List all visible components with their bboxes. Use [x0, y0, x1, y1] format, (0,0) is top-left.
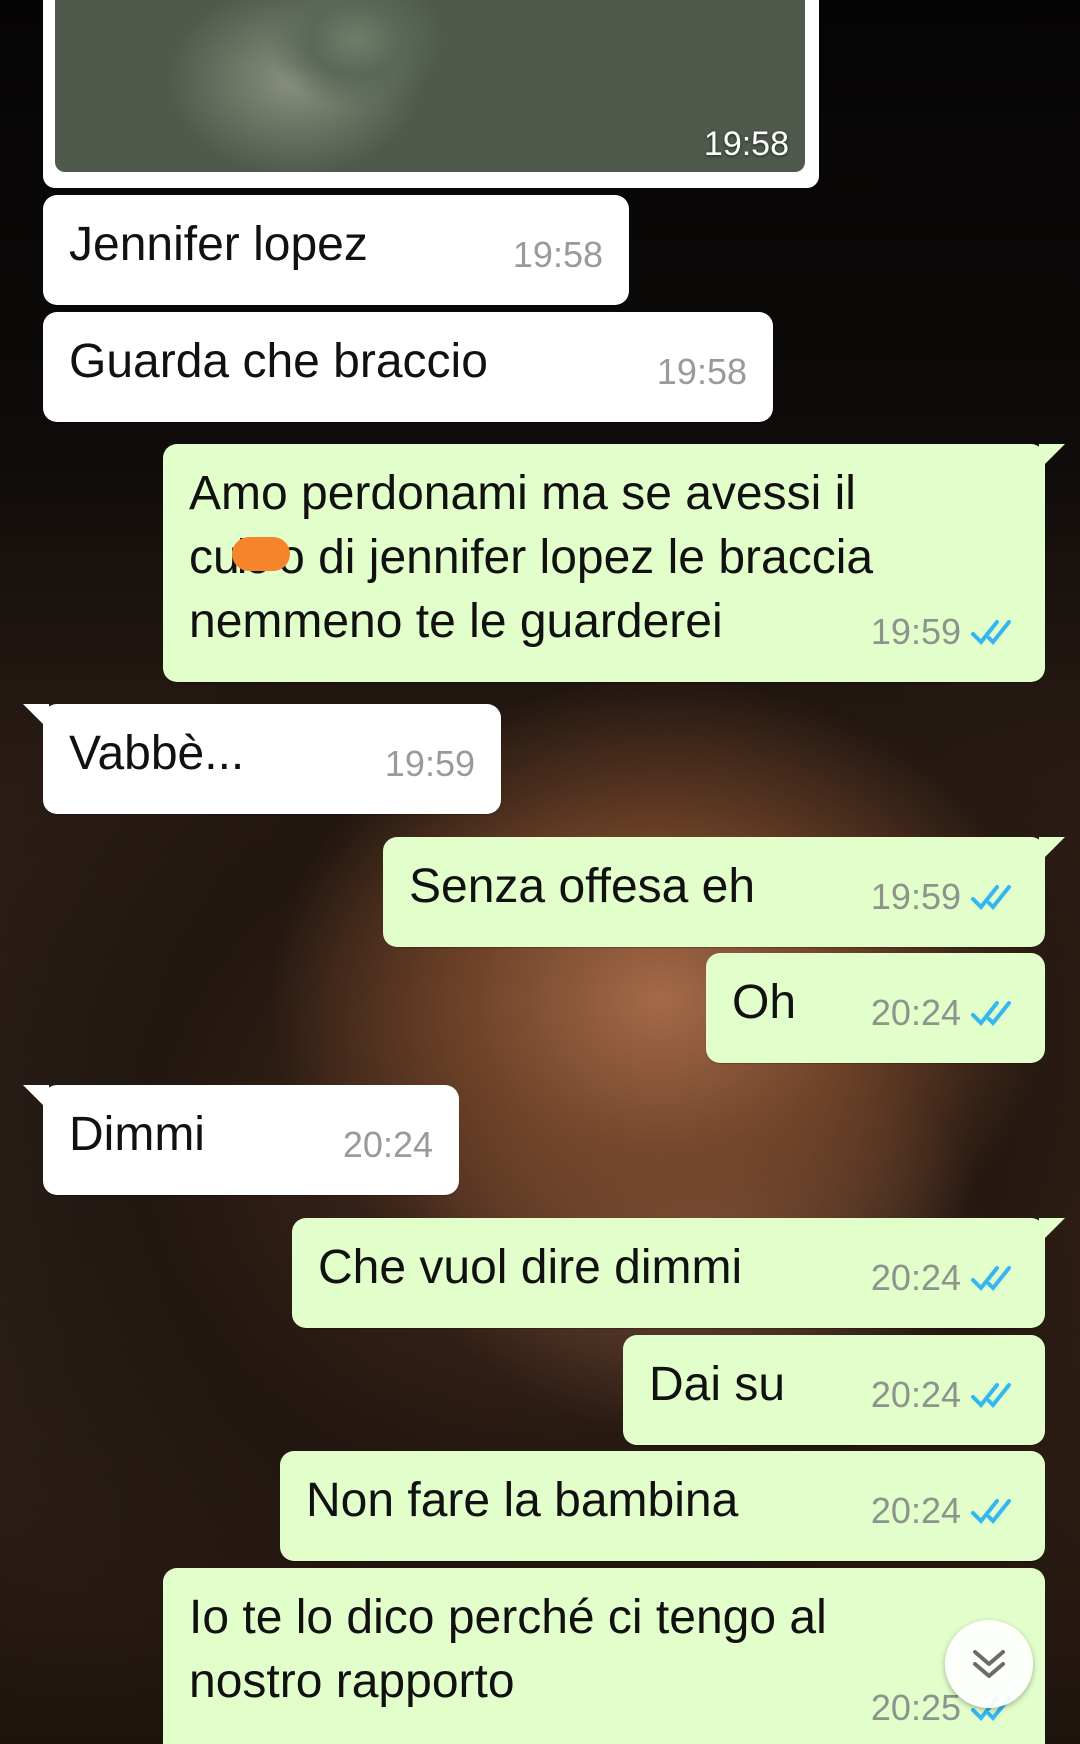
- image-message[interactable]: 19:58: [43, 0, 819, 188]
- message-meta: 20:24: [871, 1479, 1019, 1543]
- double-check-icon: [971, 620, 1011, 645]
- message-time: 20:24: [870, 992, 961, 1033]
- message-text: Che vuol dire dimmi: [318, 1241, 743, 1294]
- outgoing-message[interactable]: Oh 20:24: [706, 953, 1045, 1063]
- outgoing-message[interactable]: Io te lo dico perché ci tengo al nostro …: [163, 1568, 1045, 1744]
- incoming-message[interactable]: Vabbè... 19:59: [23, 704, 501, 814]
- message-meta: 19:58: [513, 223, 603, 287]
- incoming-message[interactable]: Dimmi 20:24: [23, 1085, 459, 1195]
- double-check-icon: [971, 1383, 1011, 1408]
- message-text: Non fare la bambina: [306, 1474, 739, 1527]
- message-text: Io te lo dico perché ci tengo al nostro …: [189, 1591, 841, 1708]
- incoming-message[interactable]: Jennifer lopez 19:58: [43, 195, 629, 305]
- double-check-icon: [971, 885, 1011, 910]
- chevron-double-down-icon: [973, 1650, 1005, 1678]
- message-meta: 19:59: [385, 732, 475, 796]
- message-time: 19:58: [703, 125, 789, 163]
- outgoing-message[interactable]: Che vuol dire dimmi 20:24: [292, 1218, 1065, 1328]
- message-meta: 20:24: [343, 1113, 433, 1177]
- message-time: 19:58: [656, 351, 747, 392]
- double-check-icon: [971, 1266, 1011, 1291]
- outgoing-message[interactable]: Non fare la bambina 20:24: [280, 1451, 1045, 1561]
- message-meta: 20:24: [871, 1363, 1019, 1427]
- message-time: 19:58: [512, 234, 603, 275]
- outgoing-message[interactable]: Senza offesa eh 19:59: [383, 837, 1065, 947]
- message-time: 19:59: [384, 743, 475, 784]
- message-meta: 20:24: [871, 1246, 1019, 1310]
- message-text: Dai su: [649, 1358, 786, 1411]
- message-time: 20:24: [870, 1490, 961, 1531]
- message-time: 20:25: [870, 1687, 961, 1728]
- message-meta: 19:59: [871, 865, 1019, 929]
- message-time: 20:24: [342, 1124, 433, 1165]
- message-meta: 19:59: [871, 600, 1019, 664]
- message-meta: 19:58: [657, 340, 747, 404]
- outgoing-message[interactable]: Amo perdonami ma se avessi il culoo di j…: [163, 444, 1065, 682]
- scroll-to-bottom-button[interactable]: [945, 1620, 1033, 1708]
- message-text-line: Amo perdonami ma se avessi il: [189, 467, 856, 520]
- message-time: 19:59: [870, 876, 961, 917]
- redaction-blob: [232, 537, 291, 572]
- message-text-fragment: c: [189, 531, 213, 584]
- message-text: Oh: [732, 976, 797, 1029]
- incoming-message[interactable]: Guarda che braccio 19:58: [43, 312, 773, 422]
- message-text: Vabbè...: [69, 727, 245, 780]
- message-time: 20:24: [870, 1257, 961, 1298]
- outgoing-message[interactable]: Dai su 20:24: [623, 1335, 1045, 1445]
- double-check-icon: [971, 1001, 1011, 1026]
- message-meta: 20:24: [871, 981, 1019, 1045]
- message-text: Senza offesa eh: [409, 860, 756, 913]
- message-text-fragment: o di jennifer lopez le braccia: [278, 531, 874, 584]
- message-text: Jennifer lopez: [69, 218, 368, 271]
- double-check-icon: [971, 1499, 1011, 1524]
- message-time: 20:24: [870, 1374, 961, 1415]
- message-time: 19:59: [870, 611, 961, 652]
- image-thumbnail[interactable]: [55, 0, 805, 172]
- message-text-line: culoo di jennifer lopez le braccia: [189, 526, 1019, 590]
- redacted-word: ulo: [213, 531, 291, 584]
- message-text: Guarda che braccio: [69, 335, 488, 388]
- message-text: Dimmi: [69, 1108, 205, 1161]
